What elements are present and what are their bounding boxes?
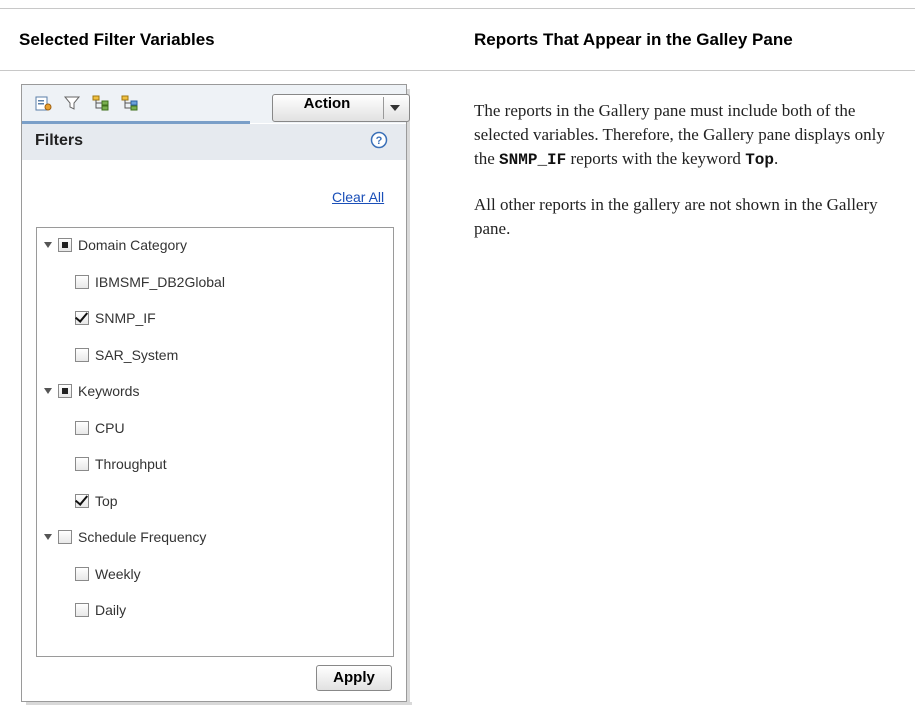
tree-item-label: IBMSMF_DB2Global	[95, 273, 225, 290]
chevron-down-icon[interactable]	[390, 105, 400, 111]
tree-item-label: SAR_System	[95, 346, 179, 363]
filter-panel: Action Filters ? Clear All Domain Catego…	[21, 84, 412, 705]
tree-item-label: CPU	[95, 419, 125, 436]
filters-title: Filters	[35, 132, 84, 149]
checkbox[interactable]	[75, 566, 89, 581]
tree-item-row[interactable]: Throughput	[75, 453, 167, 475]
right-column-header: Reports That Appear in the Galley Pane	[474, 30, 793, 49]
expand-triangle-icon[interactable]	[44, 388, 52, 394]
header-divider	[0, 70, 915, 71]
hierarchy-icon[interactable]	[121, 94, 139, 112]
tree-item-label: Throughput	[95, 456, 167, 472]
svg-text:?: ?	[376, 135, 383, 147]
tree-item-row[interactable]: Weekly	[75, 563, 141, 585]
code-top: Top	[745, 151, 774, 169]
left-column-header: Selected Filter Variables	[19, 30, 215, 49]
checkbox[interactable]	[75, 493, 89, 508]
tree-item-label: Domain Category	[78, 237, 187, 253]
filter-icon[interactable]	[63, 94, 81, 112]
expand-triangle-icon[interactable]	[44, 242, 52, 248]
clear-all-link[interactable]: Clear All	[332, 189, 384, 205]
tree-view-icon[interactable]	[92, 94, 110, 112]
checkbox[interactable]	[75, 420, 89, 435]
tree-group-row[interactable]: Schedule Frequency	[44, 526, 206, 548]
tree-item-row[interactable]: CPU	[75, 417, 125, 439]
tree-item-label: SNMP_IF	[95, 310, 156, 326]
action-menu-button[interactable]: Action	[272, 94, 410, 122]
checkbox[interactable]	[75, 347, 89, 362]
expand-triangle-icon[interactable]	[44, 534, 52, 540]
tree-group-row[interactable]: Domain Category	[44, 234, 187, 256]
checkbox[interactable]	[75, 457, 89, 471]
filter-tree: Domain Category IBMSMF_DB2Global SNMP_IF SA…	[36, 227, 394, 657]
code-snmp-if: SNMP_IF	[499, 151, 567, 169]
checkbox[interactable]	[58, 530, 72, 544]
tree-item-row[interactable]: IBMSMF_DB2Global	[75, 271, 225, 293]
description-paragraph-2: All other reports in the gallery are not…	[474, 195, 878, 238]
help-icon[interactable]: ?	[370, 131, 388, 149]
apply-button[interactable]: Apply	[316, 665, 392, 691]
tree-item-row[interactable]: Daily	[75, 599, 126, 621]
checkbox[interactable]	[75, 603, 89, 617]
checkbox[interactable]	[58, 384, 72, 398]
tree-group-row[interactable]: Keywords	[44, 380, 139, 402]
tree-item-row[interactable]: SNMP_IF	[75, 307, 156, 329]
top-divider	[0, 8, 915, 9]
tree-item-label: Schedule Frequency	[78, 529, 207, 545]
checkbox[interactable]	[75, 311, 89, 325]
tree-item-label: Daily	[95, 602, 127, 618]
report-list-icon[interactable]	[34, 94, 52, 112]
tree-item-label: Top	[95, 492, 118, 509]
checkbox[interactable]	[75, 274, 89, 289]
panel-toolbar: Action	[22, 85, 410, 124]
checkbox[interactable]	[58, 238, 72, 252]
filters-header: Filters ?	[22, 124, 406, 160]
tree-item-row[interactable]: SAR_System	[75, 344, 178, 366]
description-paragraph-1: The reports in the Gallery pane must inc…	[474, 101, 885, 169]
tree-item-label: Weekly	[95, 565, 141, 582]
tree-item-row[interactable]: Top	[75, 490, 118, 512]
action-button-label: Action	[303, 95, 351, 112]
tree-item-label: Keywords	[78, 383, 140, 399]
